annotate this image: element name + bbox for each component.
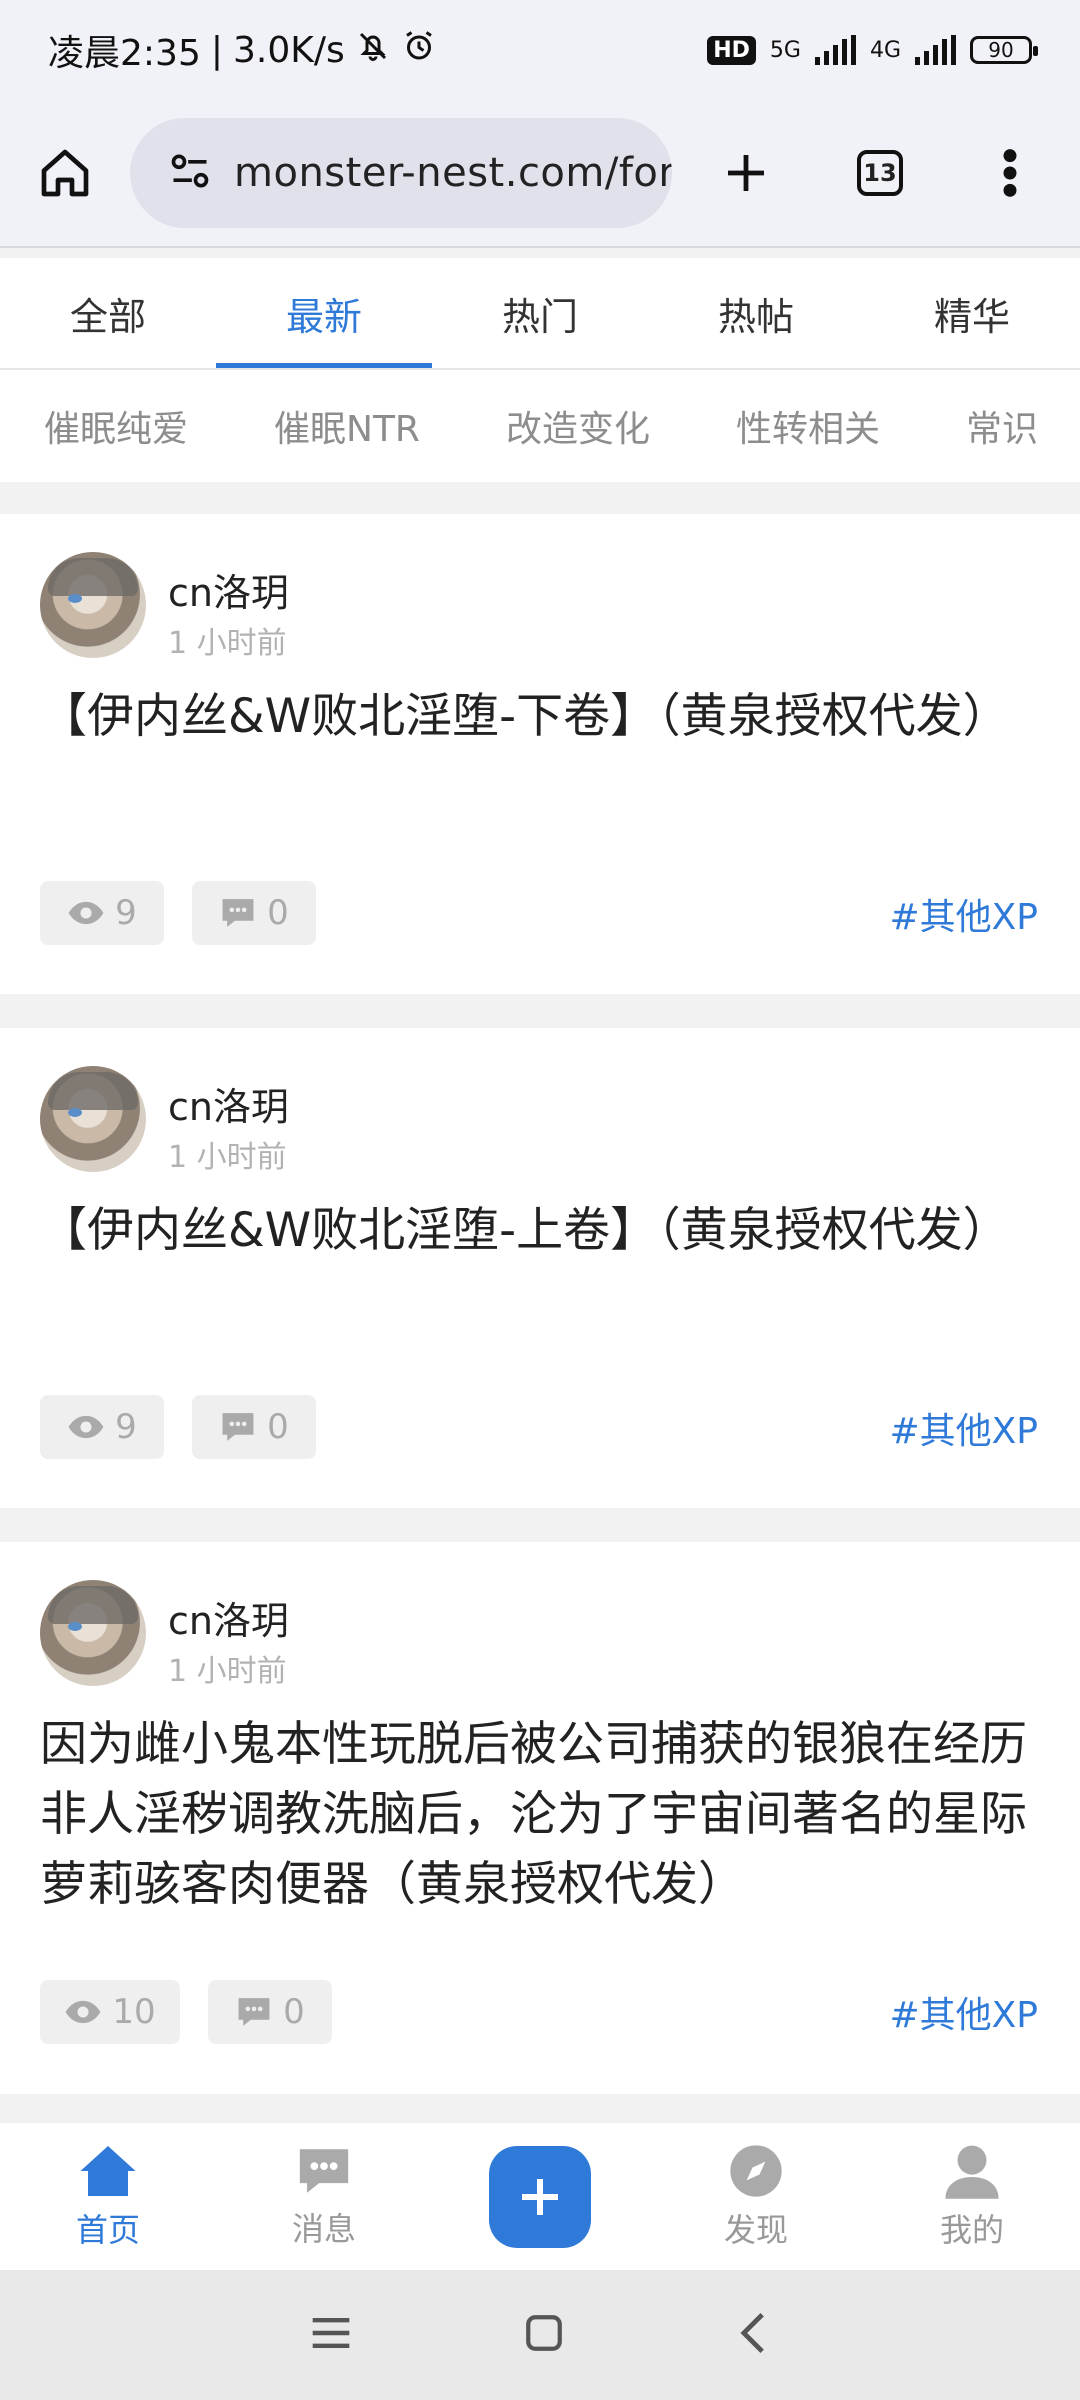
menu-icon[interactable] (309, 2313, 353, 2357)
tab-all[interactable]: 全部 (0, 258, 216, 368)
post-author[interactable]: cn洛玥 (168, 562, 289, 617)
nav-home-label: 首页 (75, 2211, 140, 2249)
avatar[interactable] (40, 1580, 146, 1686)
nav-home[interactable]: 首页 (0, 2123, 216, 2271)
view-count: 9 (40, 881, 164, 945)
category-tab[interactable]: 催眠纯爱 (44, 400, 188, 452)
user-icon (945, 2145, 999, 2199)
post-author[interactable]: cn洛玥 (168, 1076, 289, 1131)
signal-5g-icon (814, 35, 856, 65)
comment-count: 0 (192, 1395, 316, 1459)
nav-messages[interactable]: 消息 (216, 2123, 432, 2271)
status-speed: 3.0K/s (232, 29, 345, 71)
eye-icon (68, 901, 104, 925)
avatar[interactable] (40, 1066, 146, 1172)
comment-icon (222, 1413, 254, 1441)
battery-level: 90 (988, 38, 1014, 62)
nav-discover-label: 发现 (723, 2211, 788, 2249)
post-time: 1 小时前 (168, 626, 287, 661)
view-count: 10 (40, 1980, 180, 2044)
view-count: 9 (40, 1395, 164, 1459)
post-time: 1 小时前 (168, 1140, 287, 1175)
home-square-icon[interactable] (523, 2312, 565, 2358)
post-title[interactable]: 【伊内丝&W败北淫堕-上卷】（黄泉授权代发） (40, 1196, 1040, 1266)
view-count-value: 10 (112, 1992, 156, 2032)
back-icon[interactable] (735, 2311, 771, 2359)
view-count-value: 9 (115, 893, 137, 933)
comment-count: 0 (208, 1980, 332, 2044)
status-separator: | (210, 29, 223, 71)
post-card[interactable]: cn洛玥 1 小时前 【伊内丝&W败北淫堕-上卷】（黄泉授权代发） 9 0 #其… (0, 1028, 1080, 1508)
comment-icon (238, 1998, 270, 2026)
post-title[interactable]: 因为雌小鬼本性玩脱后被公司捕获的银狼在经历非人淫秽调教洗脑后，沦为了宇宙间著名的… (40, 1710, 1040, 1920)
nav-discover[interactable]: 发现 (648, 2123, 864, 2271)
network-4g-label: 4G (869, 37, 901, 63)
nav-mine-label: 我的 (939, 2211, 1004, 2249)
url-text: monster-nest.com/forum (234, 150, 672, 196)
browser-toolbar: monster-nest.com/forum 13 (0, 100, 1080, 248)
category-tab[interactable]: 性转相关 (736, 400, 880, 452)
post-tag[interactable]: #其他XP (889, 888, 1038, 940)
nav-messages-label: 消息 (291, 2210, 356, 2248)
tab-featured[interactable]: 精华 (864, 258, 1080, 368)
sort-tabs: 全部 最新 热门 热帖 精华 (0, 258, 1080, 370)
plus-icon (728, 155, 764, 191)
mute-bell-icon (355, 28, 391, 73)
tab-count: 13 (857, 150, 903, 196)
plus-icon (522, 2179, 558, 2215)
comment-count-value: 0 (267, 1407, 289, 1447)
nav-mine[interactable]: 我的 (864, 2123, 1080, 2271)
comment-count-value: 0 (267, 893, 289, 933)
post-title[interactable]: 【伊内丝&W败北淫堕-下卷】（黄泉授权代发） (40, 682, 1040, 752)
hd-badge: HD (707, 35, 756, 65)
post-card[interactable]: cn洛玥 1 小时前 因为雌小鬼本性玩脱后被公司捕获的银狼在经历非人淫秽调教洗脑… (0, 1542, 1080, 2094)
eye-icon (68, 1415, 104, 1439)
tab-hot-posts[interactable]: 热帖 (648, 258, 864, 368)
post-card[interactable]: cn洛玥 1 小时前 【伊内丝&W败北淫堕-下卷】（黄泉授权代发） 9 0 #其… (0, 514, 1080, 994)
post-time: 1 小时前 (168, 1654, 287, 1689)
comment-icon (222, 899, 254, 927)
category-tab[interactable]: 常识 (966, 400, 1038, 452)
new-tab-button[interactable] (672, 149, 820, 197)
tab-switcher-button[interactable]: 13 (820, 150, 940, 196)
category-tab[interactable]: 催眠NTR (274, 400, 420, 452)
comment-count-value: 0 (283, 1992, 305, 2032)
status-time: 凌晨2:35 (48, 33, 201, 74)
nav-create[interactable] (432, 2123, 648, 2271)
home-filled-icon (80, 2146, 136, 2196)
home-icon (41, 149, 89, 197)
eye-icon (65, 2000, 101, 2024)
status-bar: 凌晨2:35 | 3.0K/s HD 5G 4G 90 (0, 0, 1080, 100)
post-tag[interactable]: #其他XP (889, 1986, 1038, 2038)
more-vertical-icon (1003, 149, 1017, 197)
battery-icon: 90 (970, 36, 1038, 64)
bottom-nav: 首页 消息 发现 我的 (0, 2122, 1080, 2271)
compass-icon (730, 2145, 782, 2197)
avatar[interactable] (40, 552, 146, 658)
tab-latest[interactable]: 最新 (216, 258, 432, 368)
message-icon (299, 2149, 349, 2193)
address-bar[interactable]: monster-nest.com/forum (130, 118, 672, 228)
signal-4g-icon (915, 35, 956, 65)
network-5g-label: 5G (769, 37, 801, 63)
tab-hot[interactable]: 热门 (432, 258, 648, 368)
system-nav-bar (0, 2270, 1080, 2400)
view-count-value: 9 (115, 1407, 137, 1447)
create-post-button[interactable] (489, 2146, 591, 2248)
category-tab[interactable]: 改造变化 (506, 400, 650, 452)
alarm-icon (401, 28, 437, 73)
post-tag[interactable]: #其他XP (889, 1402, 1038, 1454)
comment-count: 0 (192, 881, 316, 945)
browser-menu-button[interactable] (940, 147, 1080, 199)
browser-home-button[interactable] (0, 145, 130, 201)
site-settings-icon[interactable] (168, 149, 212, 197)
post-author[interactable]: cn洛玥 (168, 1590, 289, 1645)
category-tabs: 催眠纯爱 催眠NTR 改造变化 性转相关 常识 (0, 370, 1080, 482)
